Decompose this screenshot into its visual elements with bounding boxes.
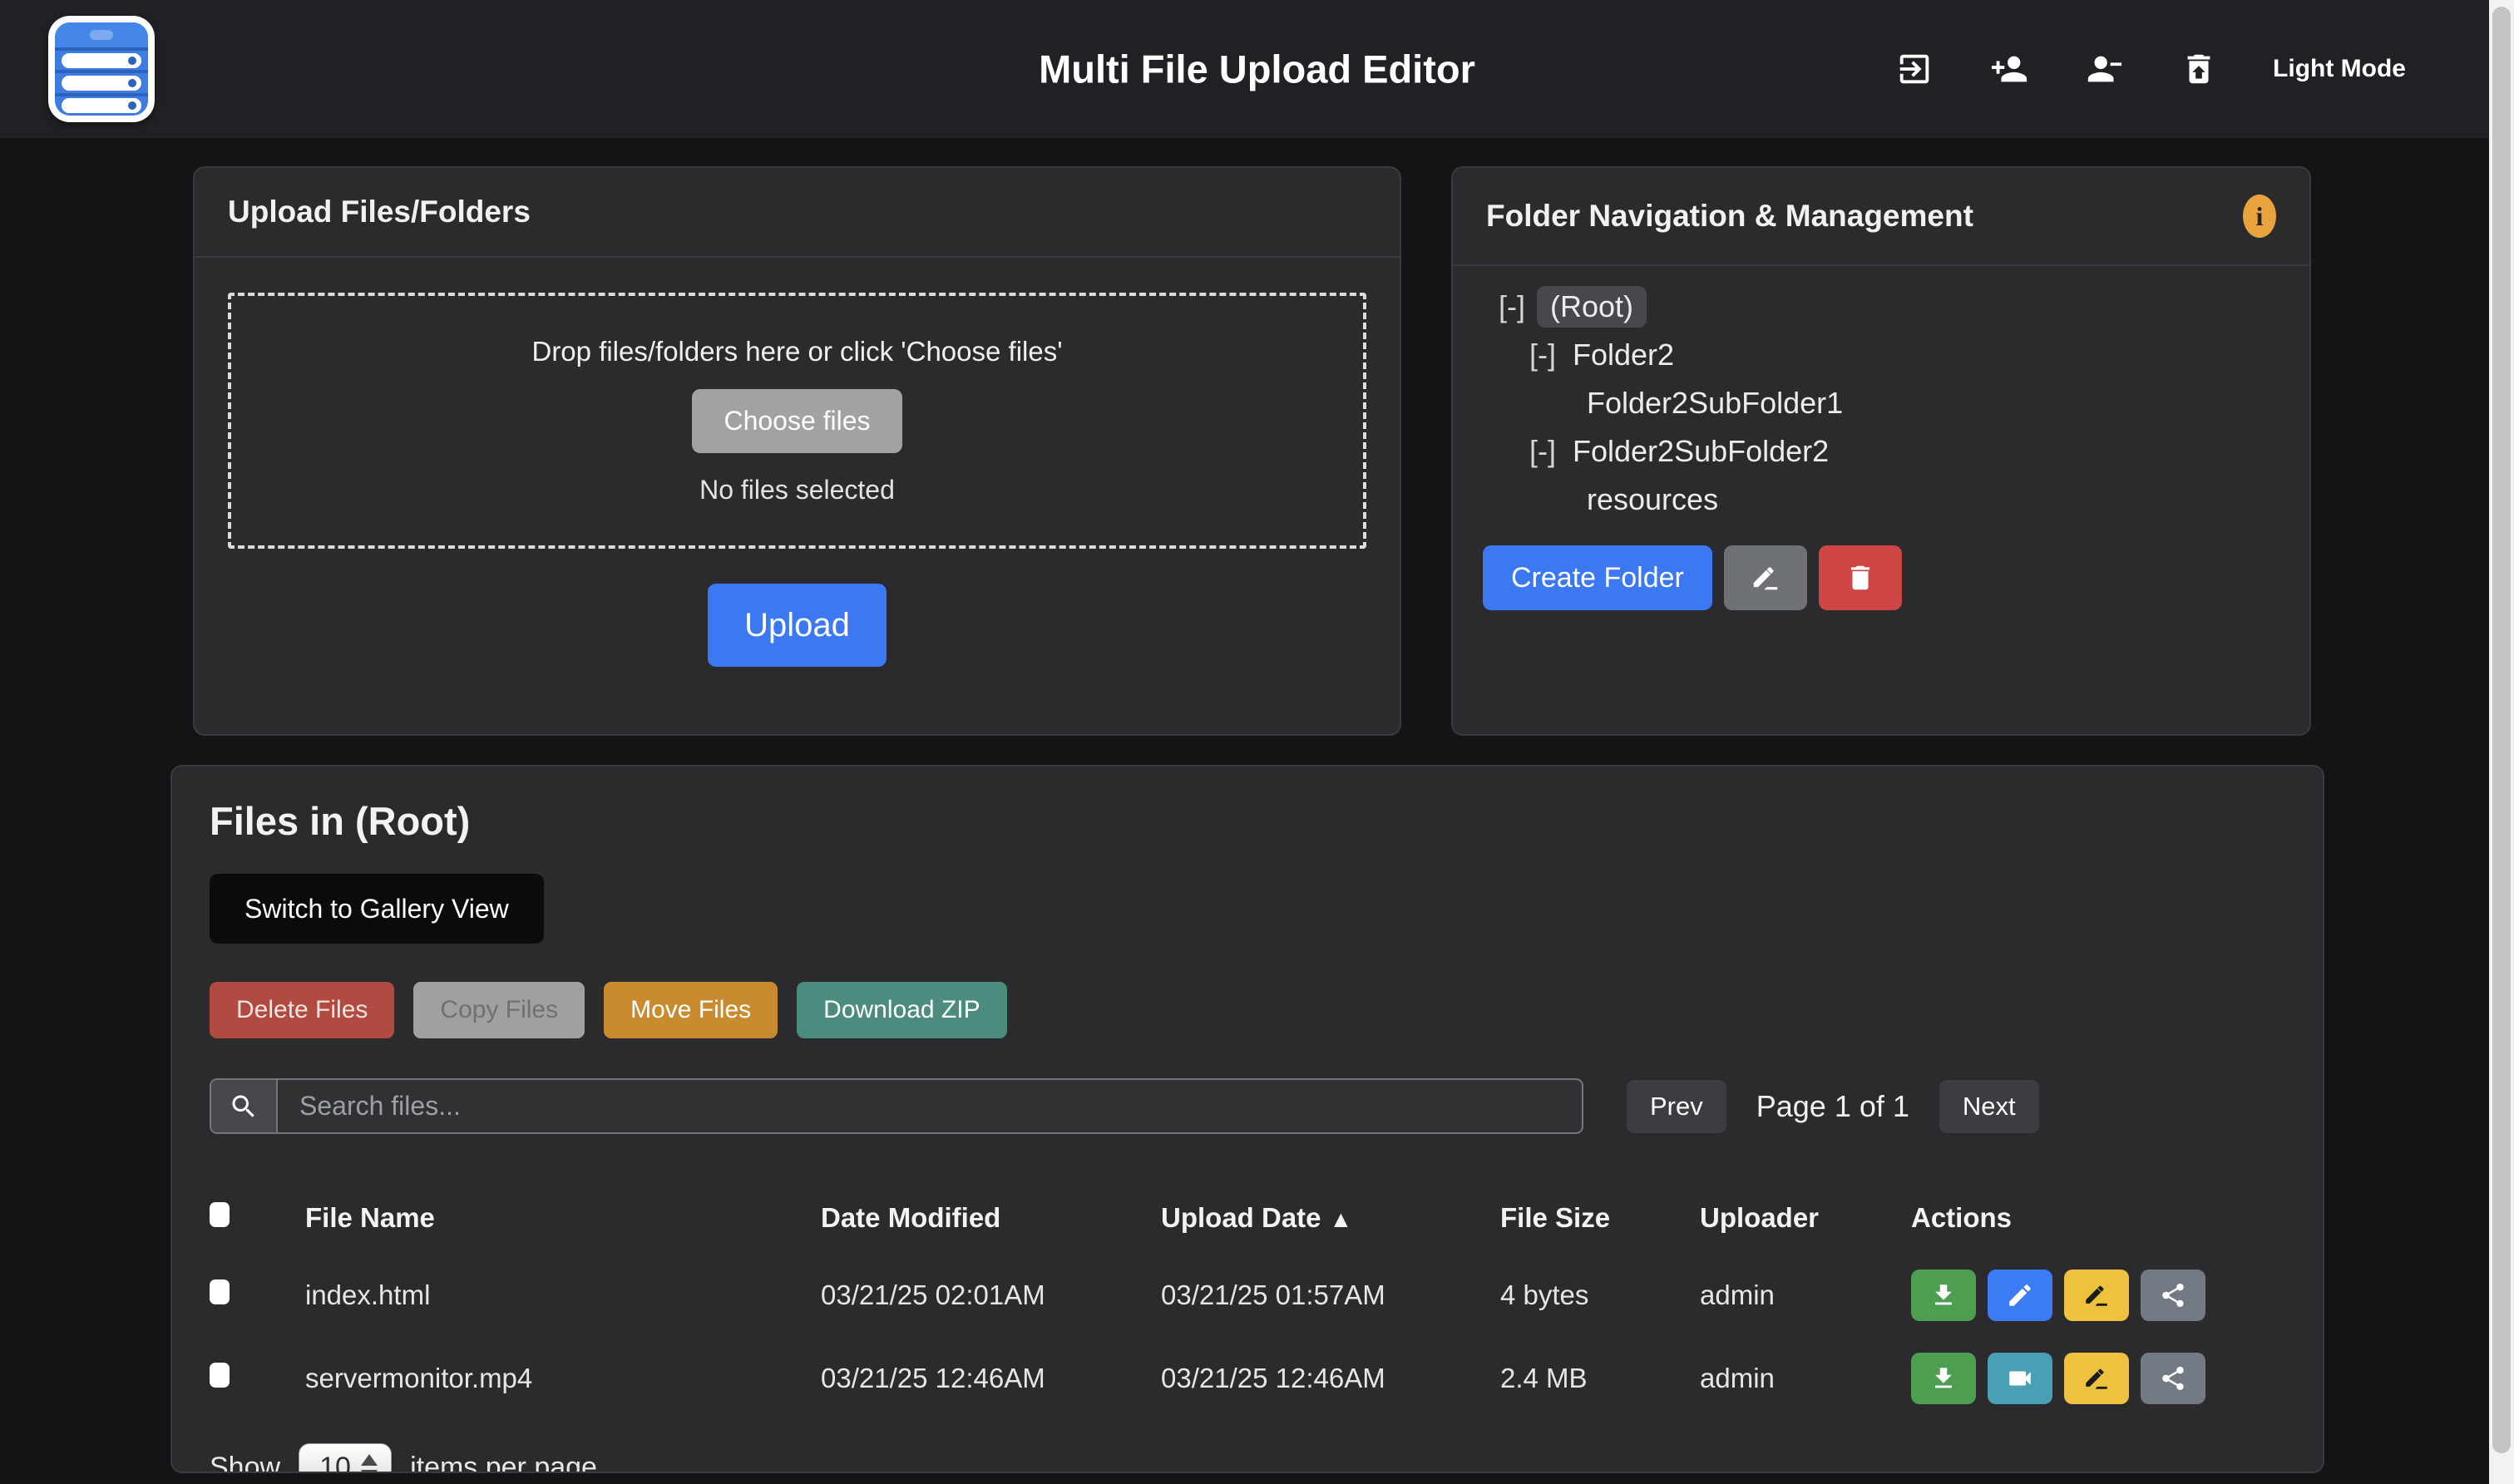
move-files-button[interactable]: Move Files (604, 982, 778, 1038)
column-header-file-name[interactable]: File Name (305, 1202, 821, 1234)
prev-page-button[interactable]: Prev (1627, 1080, 1726, 1133)
tree-item-folder2subfolder2[interactable]: [-] Folder2SubFolder2 (1453, 427, 2309, 476)
upload-panel: Upload Files/Folders Drop files/folders … (193, 166, 1401, 736)
date-modified-cell: 03/21/25 02:01AM (821, 1279, 1161, 1311)
select-all-checkbox[interactable] (210, 1202, 230, 1227)
app-logo-icon (48, 16, 155, 122)
files-panel-title: Files in (Root) (210, 798, 2285, 844)
app-header: Multi File Upload Editor Light Mode (0, 0, 2514, 138)
search-icon (211, 1080, 278, 1132)
items-per-page-select[interactable]: 10 (299, 1443, 392, 1473)
video-icon (2006, 1364, 2034, 1393)
row-checkbox[interactable] (210, 1279, 230, 1304)
tree-item-label[interactable]: Folder2SubFolder2 (1568, 431, 1834, 472)
download-icon (1929, 1364, 1958, 1393)
add-user-icon[interactable] (1988, 48, 2030, 90)
page-indicator: Page 1 of 1 (1751, 1089, 1914, 1124)
file-name-cell: servermonitor.mp4 (305, 1363, 821, 1394)
edit-pencil-icon (2006, 1281, 2034, 1309)
tree-item-folder2[interactable]: [-] Folder2 (1453, 331, 2309, 379)
play-video-button[interactable] (1988, 1353, 2052, 1404)
file-dropzone[interactable]: Drop files/folders here or click 'Choose… (228, 293, 1366, 549)
show-label: Show (210, 1452, 280, 1474)
sort-ascending-icon: ▲ (1330, 1206, 1353, 1232)
rename-pencil-icon (2082, 1364, 2111, 1393)
tree-item-label[interactable]: Folder2 (1568, 334, 1679, 376)
download-icon (1929, 1281, 1958, 1309)
column-header-file-size[interactable]: File Size (1500, 1202, 1700, 1234)
share-icon (2159, 1281, 2187, 1309)
download-file-button[interactable] (1911, 1270, 1976, 1321)
next-page-button[interactable]: Next (1939, 1080, 2039, 1133)
tree-item-folder2subfolder1[interactable]: Folder2SubFolder1 (1453, 379, 2309, 427)
folder-panel-title: Folder Navigation & Management (1486, 199, 1973, 234)
upload-date-cell: 03/21/25 01:57AM (1161, 1279, 1500, 1311)
rename-folder-button[interactable] (1724, 545, 1807, 610)
page-title: Multi File Upload Editor (1039, 47, 1475, 92)
table-header-row: File Name Date Modified Upload Date▲ Fil… (210, 1182, 2285, 1254)
column-header-uploader[interactable]: Uploader (1700, 1202, 1911, 1234)
delete-folder-button[interactable] (1819, 545, 1902, 610)
share-file-button[interactable] (2141, 1353, 2205, 1404)
light-mode-toggle[interactable]: Light Mode (2273, 55, 2406, 83)
scrollbar-thumb[interactable] (2492, 7, 2511, 1453)
no-files-selected-text: No files selected (699, 475, 895, 505)
create-folder-button[interactable]: Create Folder (1483, 545, 1712, 610)
column-header-upload-date[interactable]: Upload Date▲ (1161, 1202, 1500, 1234)
items-per-page-value: 10 (319, 1452, 351, 1474)
files-panel: Files in (Root) Switch to Gallery View D… (170, 765, 2324, 1473)
tree-item-label[interactable]: Folder2SubFolder1 (1582, 382, 1848, 424)
tree-item-root[interactable]: [-] (Root) (1453, 283, 2309, 331)
tree-toggle-icon[interactable]: [-] (1499, 289, 1525, 324)
delete-files-button[interactable]: Delete Files (210, 982, 394, 1038)
tree-item-resources[interactable]: resources (1453, 476, 2309, 524)
date-modified-cell: 03/21/25 12:46AM (821, 1363, 1161, 1394)
dropzone-hint: Drop files/folders here or click 'Choose… (531, 336, 1062, 367)
stepper-arrows-icon (361, 1454, 378, 1474)
files-table: File Name Date Modified Upload Date▲ Fil… (210, 1182, 2285, 1420)
scrollbar-track (2489, 0, 2514, 1484)
download-zip-button[interactable]: Download ZIP (797, 982, 1006, 1038)
tree-item-label[interactable]: (Root) (1537, 286, 1647, 328)
switch-gallery-view-button[interactable]: Switch to Gallery View (210, 874, 544, 944)
folder-navigation-panel: Folder Navigation & Management i [-] (Ro… (1451, 166, 2311, 736)
logout-icon[interactable] (1894, 48, 1935, 90)
folder-tree: [-] (Root) [-] Folder2 Folder2SubFolder1… (1453, 266, 2309, 524)
upload-date-cell: 03/21/25 12:46AM (1161, 1363, 1500, 1394)
rename-file-button[interactable] (2064, 1270, 2129, 1321)
edit-file-button[interactable] (1988, 1270, 2052, 1321)
choose-files-button[interactable]: Choose files (692, 389, 901, 453)
upload-button[interactable]: Upload (708, 584, 887, 667)
items-per-page-label: items per page (410, 1452, 597, 1474)
share-icon (2159, 1364, 2187, 1393)
search-input[interactable] (278, 1080, 1582, 1132)
tree-toggle-icon[interactable]: [-] (1529, 434, 1556, 469)
copy-files-button[interactable]: Copy Files (413, 982, 585, 1038)
table-row: index.html 03/21/25 02:01AM 03/21/25 01:… (210, 1254, 2285, 1337)
file-size-cell: 4 bytes (1500, 1279, 1700, 1311)
share-file-button[interactable] (2141, 1270, 2205, 1321)
download-file-button[interactable] (1911, 1353, 1976, 1404)
rename-pencil-icon (1750, 562, 1781, 594)
trash-icon (1845, 562, 1876, 594)
restore-trash-icon[interactable] (2178, 48, 2220, 90)
search-box (210, 1078, 1583, 1134)
column-header-date-modified[interactable]: Date Modified (821, 1202, 1161, 1234)
upload-panel-title: Upload Files/Folders (228, 195, 531, 229)
tree-toggle-icon[interactable]: [-] (1529, 338, 1556, 372)
table-row: servermonitor.mp4 03/21/25 12:46AM 03/21… (210, 1337, 2285, 1420)
column-header-actions: Actions (1911, 1202, 2285, 1234)
uploader-cell: admin (1700, 1363, 1911, 1394)
info-icon[interactable]: i (2243, 195, 2276, 238)
row-checkbox[interactable] (210, 1363, 230, 1388)
file-name-cell: index.html (305, 1279, 821, 1311)
rename-pencil-icon (2082, 1281, 2111, 1309)
rename-file-button[interactable] (2064, 1353, 2129, 1404)
file-size-cell: 2.4 MB (1500, 1363, 1700, 1394)
remove-user-icon[interactable] (2083, 48, 2125, 90)
uploader-cell: admin (1700, 1279, 1911, 1311)
tree-item-label[interactable]: resources (1582, 479, 1723, 520)
